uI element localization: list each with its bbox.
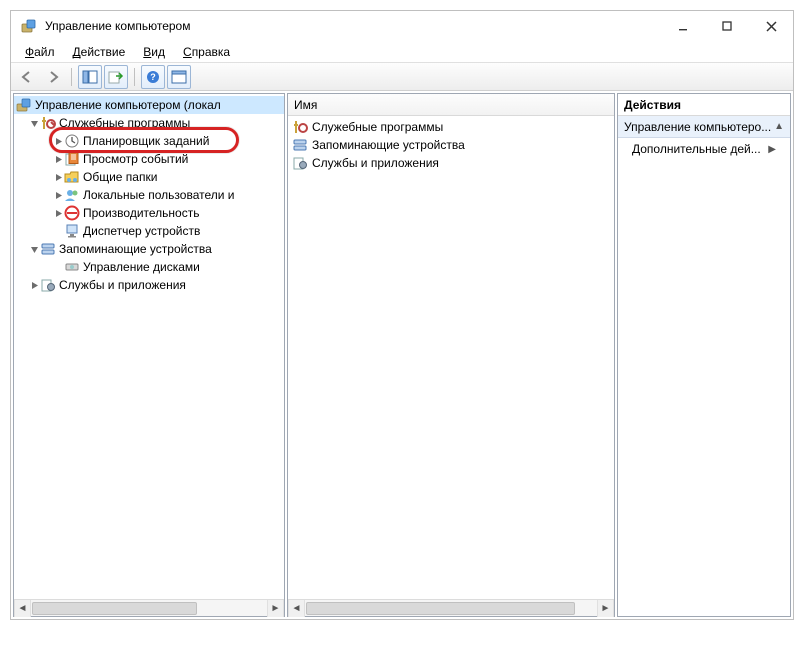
list-header-name[interactable]: Имя: [288, 94, 614, 116]
tree-storage-label: Запоминающие устройства: [59, 240, 212, 258]
tree-system-tools[interactable]: Служебные программы: [14, 114, 284, 132]
list-pane: Имя Служебные программы: [287, 93, 615, 617]
list-item[interactable]: Службы и приложения: [288, 154, 614, 172]
tree-performance[interactable]: Производительность: [14, 204, 284, 222]
menu-view[interactable]: Вид: [135, 43, 173, 61]
minimize-button[interactable]: [661, 12, 705, 40]
actions-section-label: Управление компьютеро...: [624, 120, 771, 134]
list-item-label: Запоминающие устройства: [312, 138, 465, 152]
tools-icon: [292, 119, 308, 135]
tree-task-scheduler-label: Планировщик заданий: [83, 132, 209, 150]
tools-icon: [40, 115, 56, 131]
client-area: Управление компьютером (локал Служебные …: [11, 91, 793, 619]
toolbar-back[interactable]: [15, 65, 39, 89]
expand-icon[interactable]: [28, 281, 40, 290]
collapse-icon[interactable]: [28, 119, 40, 128]
app-icon: [21, 18, 37, 34]
expand-icon[interactable]: [52, 209, 64, 218]
expand-icon[interactable]: [52, 155, 64, 164]
toolbar-export[interactable]: [104, 65, 128, 89]
menu-action[interactable]: Действие: [65, 43, 134, 61]
tree-performance-label: Производительность: [83, 204, 199, 222]
svg-text:?: ?: [150, 72, 156, 82]
toolbar-help[interactable]: ?: [141, 65, 165, 89]
caret-up-icon: ▲: [774, 121, 784, 132]
actions-more-label: Дополнительные дей...: [632, 142, 761, 156]
storage-icon: [40, 241, 56, 257]
scroll-thumb[interactable]: [32, 602, 197, 615]
caret-right-icon: ▶: [768, 144, 776, 155]
expand-icon[interactable]: [52, 173, 64, 182]
performance-icon: [64, 205, 80, 221]
tree-local-users-label: Локальные пользователи и: [83, 186, 234, 204]
tree-device-manager-label: Диспетчер устройств: [83, 222, 200, 240]
tree-storage[interactable]: Запоминающие устройства: [14, 240, 284, 258]
window-title: Управление компьютером: [45, 19, 190, 33]
scroll-thumb[interactable]: [306, 602, 575, 615]
tree-local-users[interactable]: Локальные пользователи и: [14, 186, 284, 204]
event-icon: [64, 151, 80, 167]
list-item[interactable]: Служебные программы: [288, 118, 614, 136]
actions-header: Действия: [618, 94, 790, 116]
users-icon: [64, 187, 80, 203]
horizontal-scrollbar[interactable]: ◄ ►: [14, 599, 284, 616]
device-icon: [64, 223, 80, 239]
tree-disk-management[interactable]: Управление дисками: [14, 258, 284, 276]
tree-pane: Управление компьютером (локал Служебные …: [13, 93, 285, 617]
horizontal-scrollbar[interactable]: ◄ ►: [288, 599, 614, 616]
scroll-track[interactable]: [31, 601, 267, 616]
toolbar-separator: [134, 68, 135, 86]
disk-icon: [64, 259, 80, 275]
tree-services-apps-label: Службы и приложения: [59, 276, 186, 294]
scroll-track[interactable]: [305, 601, 597, 616]
expand-icon[interactable]: [52, 137, 64, 146]
services-icon: [40, 277, 56, 293]
tree-disk-management-label: Управление дисками: [83, 258, 200, 276]
tree-shared-folders-label: Общие папки: [83, 168, 157, 186]
tree-device-manager[interactable]: Диспетчер устройств: [14, 222, 284, 240]
toolbar-forward[interactable]: [41, 65, 65, 89]
menubar: Файл Действие Вид Справка: [11, 41, 793, 63]
expand-icon[interactable]: [52, 191, 64, 200]
menu-file[interactable]: Файл: [17, 43, 63, 61]
actions-section[interactable]: Управление компьютеро... ▲: [618, 116, 790, 138]
tree-event-viewer-label: Просмотр событий: [83, 150, 188, 168]
toolbar-pane[interactable]: [167, 65, 191, 89]
tree-services-apps[interactable]: Службы и приложения: [14, 276, 284, 294]
actions-pane: Действия Управление компьютеро... ▲ Допо…: [617, 93, 791, 617]
collapse-icon[interactable]: [28, 245, 40, 254]
tree-shared-folders[interactable]: Общие папки: [14, 168, 284, 186]
tree-event-viewer[interactable]: Просмотр событий: [14, 150, 284, 168]
folder-share-icon: [64, 169, 80, 185]
tree-task-scheduler[interactable]: Планировщик заданий: [14, 132, 284, 150]
tree[interactable]: Управление компьютером (локал Служебные …: [14, 94, 284, 296]
computer-icon: [16, 97, 32, 113]
clock-icon: [64, 133, 80, 149]
window: Управление компьютером Файл Действие Вид…: [11, 11, 793, 619]
toolbar: ?: [11, 63, 793, 91]
tree-root-label: Управление компьютером (локал: [35, 96, 221, 114]
scroll-right-icon[interactable]: ►: [267, 600, 284, 617]
list-item-label: Служебные программы: [312, 120, 443, 134]
toolbar-showhide[interactable]: [78, 65, 102, 89]
tree-system-tools-label: Служебные программы: [59, 114, 190, 132]
actions-more[interactable]: Дополнительные дей... ▶: [618, 138, 790, 160]
scroll-left-icon[interactable]: ◄: [14, 600, 31, 617]
scroll-left-icon[interactable]: ◄: [288, 600, 305, 617]
services-icon: [292, 155, 308, 171]
toolbar-separator: [71, 68, 72, 86]
storage-icon: [292, 137, 308, 153]
close-button[interactable]: [749, 12, 793, 40]
tree-root[interactable]: Управление компьютером (локал: [14, 96, 284, 114]
maximize-button[interactable]: [705, 12, 749, 40]
menu-help[interactable]: Справка: [175, 43, 238, 61]
titlebar: Управление компьютером: [11, 11, 793, 41]
list-item[interactable]: Запоминающие устройства: [288, 136, 614, 154]
list-item-label: Службы и приложения: [312, 156, 439, 170]
scroll-right-icon[interactable]: ►: [597, 600, 614, 617]
